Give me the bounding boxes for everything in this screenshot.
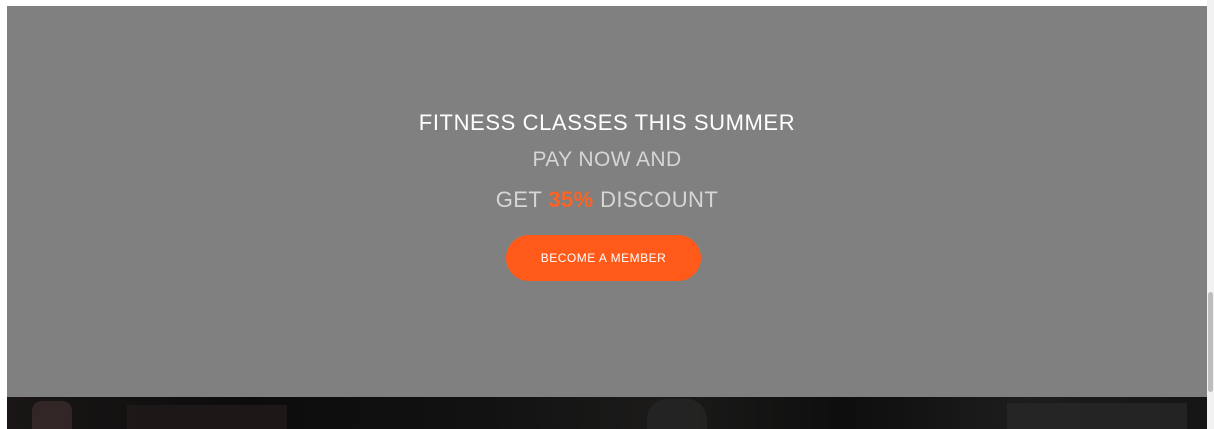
promo-banner: FITNESS CLASSES THIS SUMMER PAY NOW AND … (7, 6, 1207, 397)
promo-subtitle-line1: PAY NOW AND (532, 148, 682, 171)
page: FITNESS CLASSES THIS SUMMER PAY NOW AND … (0, 0, 1214, 429)
photo-shape (1007, 403, 1187, 429)
scrollbar-thumb[interactable] (1208, 292, 1213, 392)
discount-percent: 35% (548, 187, 594, 212)
promo-headline: FITNESS CLASSES THIS SUMMER (418, 110, 796, 135)
photo-shape (127, 405, 287, 429)
photo-shape (32, 401, 72, 429)
become-member-button[interactable]: BECOME A MEMBER (506, 235, 701, 281)
background-photo (7, 397, 1207, 429)
promo-get-text: GET (495, 187, 549, 212)
promo-subtitle-line2: GET 35% DISCOUNT (7, 187, 1207, 213)
photo-shape (647, 399, 707, 429)
promo-discount-text: DISCOUNT (593, 187, 719, 212)
